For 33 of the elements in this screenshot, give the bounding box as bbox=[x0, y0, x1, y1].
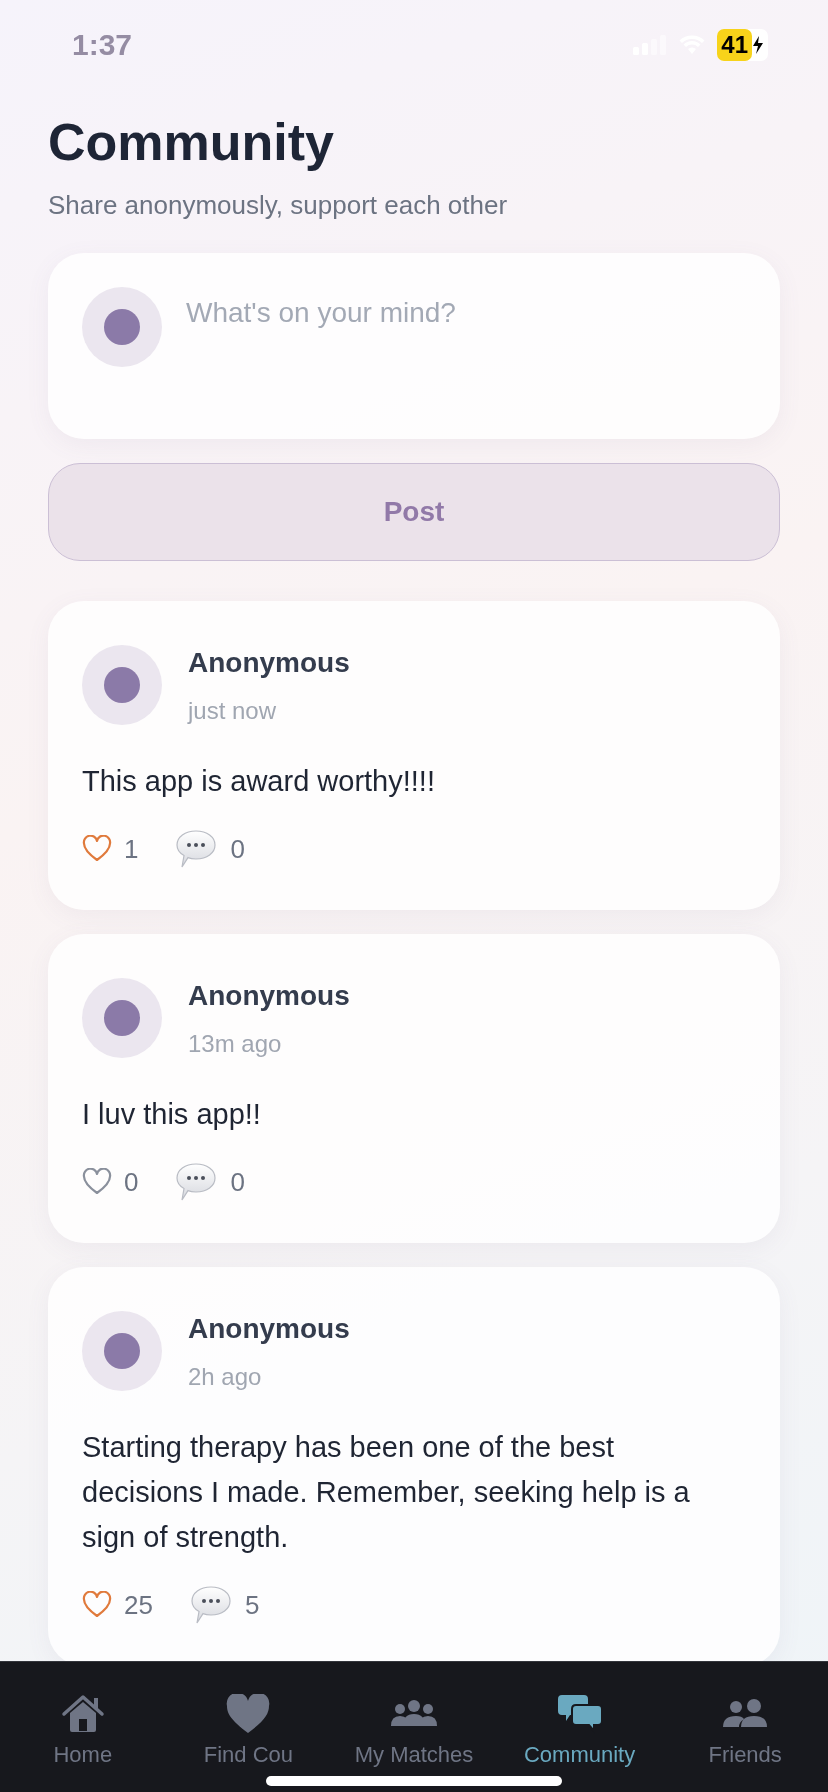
post-author: Anonymous bbox=[188, 1313, 350, 1345]
post-text: Starting therapy has been one of the best decisions I made. Remember, seeking help is a sign of strength. bbox=[82, 1430, 691, 1555]
post-text-input[interactable]: What's on your mind? bbox=[186, 287, 746, 405]
page-title: Community bbox=[48, 112, 335, 172]
post-time: 2h ago bbox=[188, 1363, 263, 1391]
battery-level: 41 bbox=[717, 29, 752, 61]
post-author: Anonymous bbox=[188, 980, 350, 1012]
speech-bubble-icon bbox=[174, 1161, 219, 1203]
comment-button[interactable]: 0 bbox=[174, 828, 245, 870]
speech-bubble-icon bbox=[188, 1584, 233, 1626]
like-button[interactable]: 1 bbox=[82, 828, 139, 870]
like-button[interactable]: 25 bbox=[82, 1584, 153, 1626]
speech-bubble-icon bbox=[174, 828, 219, 870]
tab-item[interactable]: Friends bbox=[662, 1662, 828, 1792]
heart-outline-icon bbox=[82, 1168, 112, 1196]
heart-icon bbox=[226, 1694, 271, 1734]
comment-button[interactable]: 0 bbox=[174, 1161, 245, 1203]
post-text: This app is award worthy!!!! bbox=[82, 764, 436, 799]
post-time: just now bbox=[188, 697, 278, 725]
tab-item[interactable]: Home bbox=[0, 1662, 166, 1792]
post-text: I luv this app!! bbox=[82, 1097, 262, 1132]
comment-button[interactable]: 5 bbox=[188, 1584, 260, 1626]
tab-item[interactable]: My Matches bbox=[331, 1662, 497, 1792]
status-time: 1:37 bbox=[72, 28, 133, 62]
tab-item[interactable]: Find Cou bbox=[165, 1662, 332, 1792]
home-icon bbox=[60, 1694, 105, 1734]
heart-outline-icon bbox=[82, 835, 112, 863]
post-time: 13m ago bbox=[188, 1030, 283, 1058]
like-button[interactable]: 0 bbox=[82, 1161, 139, 1203]
heart-outline-icon bbox=[82, 1591, 112, 1619]
page-subtitle: Share anonymously, support each other bbox=[48, 190, 509, 221]
post-composer-field[interactable]: What's on your mind? bbox=[48, 253, 780, 439]
post-author: Anonymous bbox=[188, 647, 350, 679]
